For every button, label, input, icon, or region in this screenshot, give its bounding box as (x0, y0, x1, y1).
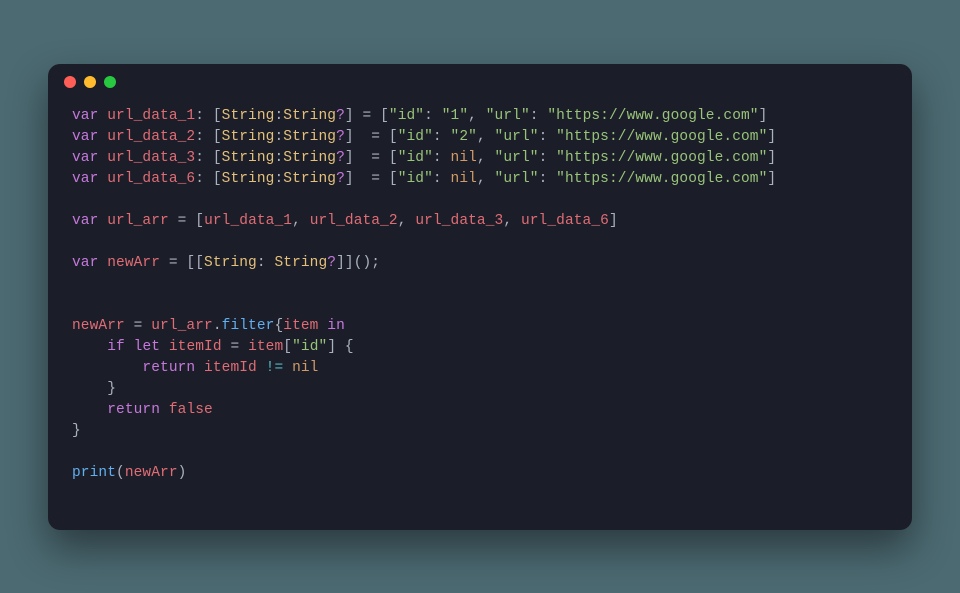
line-15: return false (72, 402, 213, 418)
line-2: var url_data_2: [String:String?] = ["id"… (72, 129, 776, 145)
line-13: return itemId != nil (72, 360, 318, 376)
minimize-icon[interactable] (84, 76, 96, 88)
line-1: var url_data_1: [String:String?] = ["id"… (72, 108, 767, 124)
line-16: } (72, 423, 81, 439)
titlebar (48, 64, 912, 100)
line-18: print(newArr) (72, 465, 186, 481)
line-3: var url_data_3: [String:String?] = ["id"… (72, 150, 776, 166)
line-8: var newArr = [[String: String?]](); (72, 255, 380, 271)
line-11: newArr = url_arr.filter{item in (72, 318, 345, 334)
line-12: if let itemId = item["id"] { (72, 339, 354, 355)
line-6: var url_arr = [url_data_1, url_data_2, u… (72, 213, 618, 229)
code-window: var url_data_1: [String:String?] = ["id"… (48, 64, 912, 530)
code-block: var url_data_1: [String:String?] = ["id"… (48, 100, 912, 504)
close-icon[interactable] (64, 76, 76, 88)
zoom-icon[interactable] (104, 76, 116, 88)
line-4: var url_data_6: [String:String?] = ["id"… (72, 171, 776, 187)
line-14: } (72, 381, 116, 397)
